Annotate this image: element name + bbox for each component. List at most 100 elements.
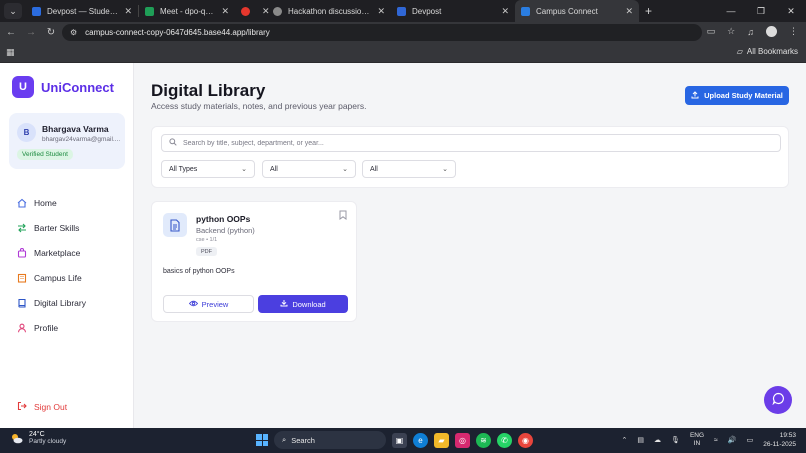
battery-icon[interactable]: ▭ xyxy=(747,436,754,444)
all-bookmarks-button[interactable]: ▱ All Bookmarks xyxy=(737,47,798,56)
language-indicator[interactable]: ENG IN xyxy=(690,432,704,448)
brand[interactable]: U UniConnect xyxy=(12,76,114,98)
home-icon xyxy=(17,198,27,208)
all-bookmarks-label: All Bookmarks xyxy=(746,47,798,56)
forward-icon[interactable]: → xyxy=(22,27,40,38)
preview-button[interactable]: Preview xyxy=(163,295,254,313)
chevron-down-icon: ⌄ xyxy=(442,166,448,173)
chat-button[interactable] xyxy=(764,386,792,414)
taskbar-search-label: Search xyxy=(291,435,315,445)
user-card: B Bhargava Varma bhargav24varma@gmail...… xyxy=(9,113,125,169)
close-window-icon[interactable]: ✕ xyxy=(776,0,806,22)
tab-campus-connect[interactable]: Campus Connect ✕ xyxy=(515,0,639,22)
type-filter-select[interactable]: All Types ⌄ xyxy=(161,160,255,178)
sign-out-button[interactable]: Sign Out xyxy=(17,401,67,413)
site-info-icon[interactable]: ⚙ xyxy=(70,28,77,37)
sidebar-item-label: Digital Library xyxy=(34,297,86,308)
star-icon[interactable]: ☆ xyxy=(727,26,735,37)
chevron-down-icon: ⌄ xyxy=(342,166,348,173)
chrome-icon[interactable]: ◉ xyxy=(518,432,533,448)
url-input[interactable] xyxy=(85,28,606,37)
sidebar-item-profile[interactable]: Profile xyxy=(0,315,134,340)
network-icon[interactable]: ▤ xyxy=(637,436,644,444)
upload-button-label: Upload Study Material xyxy=(704,91,783,100)
search-box[interactable] xyxy=(161,134,781,152)
menu-icon[interactable]: ⋮ xyxy=(789,26,798,37)
cloud-icon[interactable]: ☁ xyxy=(654,436,661,444)
select-value: All Types xyxy=(169,165,198,173)
spotify-icon[interactable]: ≋ xyxy=(476,432,491,448)
user-name: Bhargava Varma xyxy=(42,124,109,134)
windows-start-icon[interactable] xyxy=(256,434,268,446)
task-view-icon[interactable]: ▣ xyxy=(392,432,407,448)
microphone-icon[interactable]: 🎙 xyxy=(671,436,680,444)
close-tab-icon[interactable]: ✕ xyxy=(625,6,633,17)
department-filter-select[interactable]: All ⌄ xyxy=(262,160,356,178)
sidebar-item-digital-library[interactable]: Digital Library xyxy=(0,290,134,315)
tab-devpost[interactable]: Devpost ✕ xyxy=(391,0,515,22)
instagram-icon[interactable]: ◎ xyxy=(455,432,470,448)
page-subtitle: Access study materials, notes, and previ… xyxy=(151,101,367,111)
card-subject: Backend (python) xyxy=(196,226,255,235)
sidebar-item-barter-skills[interactable]: Barter Skills xyxy=(0,215,134,240)
apps-grid-icon[interactable]: ▦ xyxy=(6,47,15,58)
meet-icon xyxy=(145,6,154,16)
cast-icon[interactable]: ▭ xyxy=(707,26,716,37)
omnibox[interactable]: ⚙ xyxy=(62,24,702,41)
weather-widget[interactable]: 24°C Partly cloudy xyxy=(10,431,66,445)
close-tab-icon[interactable]: ✕ xyxy=(124,6,132,17)
filter-panel: All Types ⌄ All ⌄ All ⌄ xyxy=(151,126,789,188)
tab-title: Devpost — Student Guide for H xyxy=(47,6,118,16)
upload-study-material-button[interactable]: Upload Study Material xyxy=(685,86,789,105)
taskbar-search[interactable]: ⌕ Search xyxy=(274,431,386,449)
back-icon[interactable]: ← xyxy=(2,27,20,38)
download-button[interactable]: Download xyxy=(258,295,348,313)
reload-icon[interactable]: ↻ xyxy=(42,27,60,38)
search-input[interactable] xyxy=(183,139,763,147)
wifi-icon[interactable]: ≈ xyxy=(714,437,718,444)
sidebar-item-label: Barter Skills xyxy=(34,222,80,233)
status-badge: Verified Student xyxy=(17,149,73,160)
select-value: All xyxy=(270,165,278,173)
sidebar-item-campus-life[interactable]: Campus Life xyxy=(0,265,134,290)
user-icon xyxy=(17,323,27,333)
whatsapp-icon[interactable]: ✆ xyxy=(497,432,512,448)
clock[interactable]: 19:53 26-11-2025 xyxy=(763,431,796,449)
browser-tab-strip: ⌄ Devpost — Student Guide for H ✕ Meet -… xyxy=(0,0,806,22)
close-tab-icon[interactable]: ✕ xyxy=(221,6,229,17)
sidebar-item-marketplace[interactable]: Marketplace xyxy=(0,240,134,265)
bookmark-icon[interactable] xyxy=(339,210,347,223)
tab-search-icon[interactable]: ⌄ xyxy=(4,3,22,19)
tab-title: Devpost xyxy=(412,6,442,16)
restore-icon[interactable]: ❐ xyxy=(746,0,776,22)
file-explorer-icon[interactable]: ▰ xyxy=(434,432,449,448)
page-title: Digital Library xyxy=(151,81,266,100)
media-icon[interactable]: ♫ xyxy=(747,27,754,37)
chevron-down-icon: ⌄ xyxy=(241,166,247,173)
close-tab-icon[interactable]: ✕ xyxy=(501,6,509,17)
tab-title: Meet - dpo-qcyk-fah xyxy=(160,6,215,16)
region-code: IN xyxy=(693,440,701,447)
minimize-icon[interactable]: — xyxy=(716,0,746,22)
close-tab-icon[interactable]: ✕ xyxy=(377,6,385,17)
year-filter-select[interactable]: All ⌄ xyxy=(362,160,456,178)
tab-hackathon-topics[interactable]: Hackathon discussion topics ✕ xyxy=(267,0,391,22)
sidebar-item-home[interactable]: Home xyxy=(0,190,134,215)
weather-condition: Partly cloudy xyxy=(29,438,67,445)
folder-icon: ▱ xyxy=(736,47,743,56)
tab-meet[interactable]: Meet - dpo-qcyk-fah ✕ xyxy=(139,0,235,22)
chevron-up-icon[interactable]: ⌃ xyxy=(622,436,628,444)
taskbar: 24°C Partly cloudy ⌕ Search ▣ e ▰ ◎ ≋ ✆ … xyxy=(0,428,806,453)
chat-bubble-icon xyxy=(771,392,785,408)
profile-avatar-icon[interactable] xyxy=(766,26,777,37)
tab-devpost-guide[interactable]: Devpost — Student Guide for H ✕ xyxy=(26,0,138,22)
sidebar-nav: Home Barter Skills Marketplace Campus Li… xyxy=(0,190,134,340)
user-email: bhargav24varma@gmail.... xyxy=(42,136,121,143)
devpost-icon xyxy=(397,6,406,16)
clock-date: 26-11-2025 xyxy=(763,441,796,448)
card-description: basics of python OOPs xyxy=(163,268,235,275)
tab-recording[interactable]: ✕ xyxy=(235,0,270,22)
edge-icon[interactable]: e xyxy=(413,432,428,448)
volume-icon[interactable]: 🔊 xyxy=(728,436,737,444)
new-tab-icon[interactable]: + xyxy=(645,4,652,18)
